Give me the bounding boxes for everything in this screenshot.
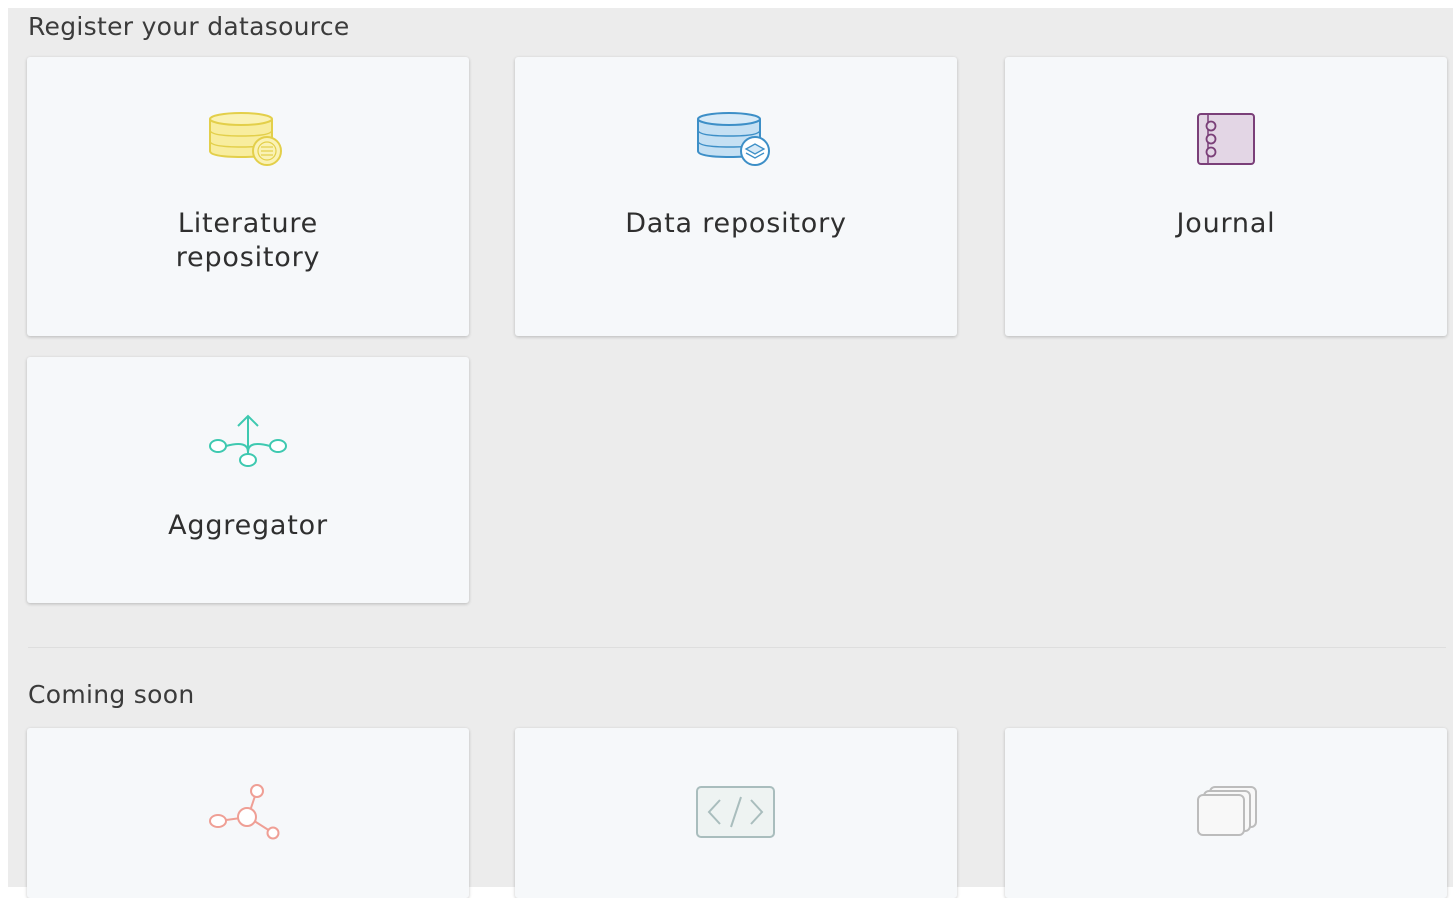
stacked-pages-icon <box>1197 786 1257 836</box>
section-divider <box>28 647 1446 648</box>
aggregator-label: Aggregator <box>168 510 328 541</box>
journal-icon <box>1197 113 1255 165</box>
aggregator-card[interactable]: Aggregator <box>27 357 469 603</box>
journal-card[interactable]: Journal <box>1005 57 1447 336</box>
literature-repository-icon <box>209 112 282 166</box>
literature-repository-card[interactable]: Literature repository <box>27 57 469 336</box>
coming-soon-section-title: Coming soon <box>28 680 195 709</box>
aggregator-icon <box>209 414 287 467</box>
literature-repository-label: Literature repository <box>175 208 321 273</box>
journal-label: Journal <box>1176 208 1276 239</box>
coming-soon-card-pages <box>1005 728 1447 898</box>
data-repository-label: Data repository <box>625 208 847 239</box>
code-icon <box>696 786 775 838</box>
coming-soon-card-code <box>515 728 957 898</box>
coming-soon-card-network <box>27 728 469 898</box>
data-repository-icon <box>697 112 770 166</box>
network-icon <box>209 784 280 840</box>
register-section-title: Register your datasource <box>28 12 350 41</box>
data-repository-card[interactable]: Data repository <box>515 57 957 336</box>
